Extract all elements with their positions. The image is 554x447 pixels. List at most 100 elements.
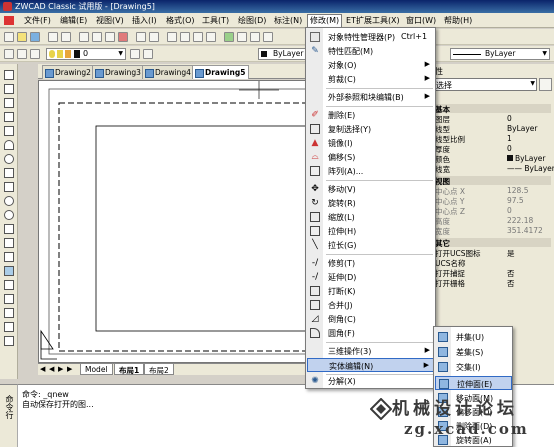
revcloud-icon[interactable] — [4, 168, 14, 178]
tab-layout2[interactable]: 布局2 — [144, 364, 174, 375]
layer-dropdown[interactable]: 0 ▼ — [46, 48, 126, 60]
menu-edit[interactable]: 编辑(E) — [58, 15, 89, 26]
section-misc[interactable]: 其它 — [433, 238, 551, 248]
redo-icon[interactable] — [149, 32, 159, 42]
menu-item-extrude-faces[interactable]: 拉伸面(E) — [435, 376, 512, 390]
menu-item-rotate[interactable]: ↻ 旋转(R) — [307, 196, 435, 210]
rectangle-icon[interactable] — [4, 126, 14, 136]
menu-et-tools[interactable]: ET扩展工具(X) — [344, 15, 402, 26]
menu-window[interactable]: 窗口(W) — [404, 15, 438, 26]
document-icon[interactable] — [4, 16, 14, 25]
prop-value[interactable]: 否 — [507, 278, 515, 289]
cut-icon[interactable] — [79, 32, 89, 42]
prop-value[interactable]: —— ByLayer — [507, 164, 554, 173]
menu-item-copy[interactable]: 复制选择(Y) — [307, 122, 435, 136]
zoom-realtime-icon[interactable] — [180, 32, 190, 42]
tab-drawing2[interactable]: Drawing2 — [42, 65, 95, 79]
prev-tab-icon[interactable]: ◀ — [49, 365, 54, 373]
menu-item-lengthen[interactable]: ╲ 拉长(G) — [307, 238, 435, 252]
make-block-icon[interactable] — [4, 238, 14, 248]
selection-dropdown[interactable]: 选择 — [433, 78, 537, 91]
prop-value[interactable]: ByLayer — [507, 124, 538, 133]
menu-item-move[interactable]: ✥ 移动(V) — [307, 182, 435, 196]
ellipse-icon[interactable] — [4, 196, 14, 206]
quick-select-icon[interactable] — [539, 78, 552, 91]
tab-layout1[interactable]: 布局1 — [114, 364, 145, 375]
section-general[interactable]: 基本 — [433, 104, 551, 114]
point-icon[interactable] — [4, 252, 14, 262]
menu-item-object[interactable]: 对象(O) ▶ — [307, 58, 435, 72]
hatch-icon[interactable] — [4, 266, 14, 276]
gradient-icon[interactable] — [4, 280, 14, 290]
first-tab-icon[interactable]: ◀ — [40, 365, 45, 373]
menu-item-break[interactable]: 打断(K) — [307, 284, 435, 298]
calculator-icon[interactable] — [263, 32, 273, 42]
menu-tools[interactable]: 工具(T) — [200, 15, 231, 26]
layer-state-icon[interactable] — [17, 49, 27, 59]
menu-item-stretch[interactable]: 拉伸(H) — [307, 224, 435, 238]
menu-item-match-properties[interactable]: ✎ 特性匹配(M) — [307, 44, 435, 58]
wipeout-icon[interactable] — [4, 336, 14, 346]
preview-icon[interactable] — [61, 32, 71, 42]
layer-previous-icon[interactable] — [30, 49, 40, 59]
save-icon[interactable] — [30, 32, 40, 42]
next-tab-icon[interactable]: ▶ — [58, 365, 63, 373]
menu-item-properties[interactable]: 对象特性管理器(P) Ctrl+1 — [307, 30, 435, 44]
open-icon[interactable] — [17, 32, 27, 42]
menu-help[interactable]: 帮助(H) — [442, 15, 474, 26]
match-properties-icon[interactable] — [118, 32, 128, 42]
menu-item-array[interactable]: 阵列(A)... — [307, 164, 435, 178]
tab-model[interactable]: Model — [80, 364, 113, 375]
menu-item-explode[interactable]: ✺ 分解(X) — [307, 374, 435, 388]
layer-previous2-icon[interactable] — [143, 49, 153, 59]
drawing-canvas[interactable] — [38, 80, 306, 363]
copy-icon[interactable] — [92, 32, 102, 42]
menu-item-scale[interactable]: 缩放(L) — [307, 210, 435, 224]
line-icon[interactable] — [4, 70, 14, 80]
menu-item-fillet[interactable]: 圆角(F) — [307, 326, 435, 340]
zoom-previous-icon[interactable] — [206, 32, 216, 42]
polygon-icon[interactable] — [4, 112, 14, 122]
lineweight-dropdown[interactable]: ByLayer ▼ — [450, 48, 550, 60]
menu-item-offset[interactable]: ⌓ 偏移(S) — [307, 150, 435, 164]
menu-item-clip[interactable]: 剪裁(C) ▶ — [307, 72, 435, 86]
menu-view[interactable]: 视图(V) — [94, 15, 126, 26]
menu-item-solid-editing[interactable]: 实体编辑(N) ▶ — [307, 358, 435, 372]
prop-value[interactable]: 1 — [507, 134, 512, 143]
prop-value[interactable]: ByLayer — [515, 154, 546, 163]
menu-item-trim[interactable]: -/ 修剪(T) — [307, 256, 435, 270]
spline-icon[interactable] — [4, 182, 14, 192]
insert-block-icon[interactable] — [4, 224, 14, 234]
tab-drawing4[interactable]: Drawing4 — [142, 65, 195, 79]
menu-item-xref-block[interactable]: 外部参照和块编辑(B) ▶ — [307, 90, 435, 104]
properties-icon[interactable] — [224, 32, 234, 42]
pan-icon[interactable] — [167, 32, 177, 42]
menu-item-intersect[interactable]: 交集(I) — [435, 360, 512, 374]
paste-icon[interactable] — [105, 32, 115, 42]
zoom-window-icon[interactable] — [193, 32, 203, 42]
menu-item-join[interactable]: 合并(J) — [307, 298, 435, 312]
menu-insert[interactable]: 插入(I) — [130, 15, 159, 26]
xline-icon[interactable] — [4, 84, 14, 94]
menu-dimension[interactable]: 标注(N) — [272, 15, 304, 26]
prop-value[interactable]: 0 — [507, 114, 512, 123]
tool-palette-icon[interactable] — [250, 32, 260, 42]
undo-icon[interactable] — [136, 32, 146, 42]
region-icon[interactable] — [4, 294, 14, 304]
tab-drawing5[interactable]: Drawing5 — [192, 65, 250, 79]
menu-format[interactable]: 格式(O) — [164, 15, 197, 26]
layer-manager-icon[interactable] — [4, 49, 14, 59]
tab-drawing3[interactable]: Drawing3 — [92, 65, 145, 79]
menu-item-erase[interactable]: ✐ 删除(E) — [307, 108, 435, 122]
menu-item-subtract[interactable]: 差集(S) — [435, 345, 512, 359]
last-tab-icon[interactable]: ▶ — [67, 365, 72, 373]
table-icon[interactable] — [4, 308, 14, 318]
section-view[interactable]: 视图 — [433, 176, 551, 186]
color-dropdown[interactable]: ByLayer — [258, 48, 308, 60]
new-icon[interactable] — [4, 32, 14, 42]
menu-item-mirror[interactable]: ▲ 镜像(I) — [307, 136, 435, 150]
circle-icon[interactable] — [4, 154, 14, 164]
prop-value[interactable]: 0 — [507, 144, 512, 153]
menu-draw[interactable]: 绘图(D) — [236, 15, 268, 26]
mtext-icon[interactable] — [4, 322, 14, 332]
